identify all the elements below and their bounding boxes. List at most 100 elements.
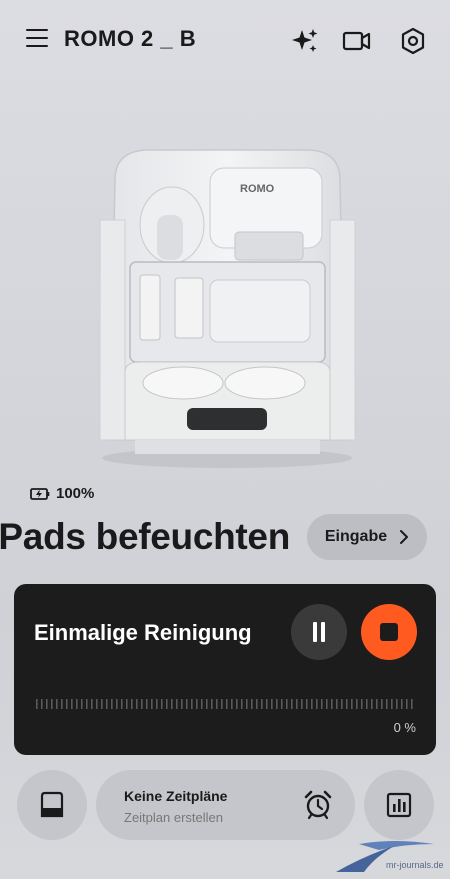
stop-button[interactable]	[361, 604, 417, 660]
pause-icon	[313, 622, 317, 642]
progress-tick	[46, 699, 48, 709]
video-icon[interactable]	[342, 26, 372, 56]
input-button-label: Eingabe	[324, 528, 388, 545]
progress-tick	[221, 699, 223, 709]
alarm-clock-icon	[304, 790, 332, 820]
progress-tick	[411, 699, 413, 709]
progress-tick	[71, 699, 73, 709]
progress-tick	[401, 699, 403, 709]
progress-tick	[181, 699, 183, 709]
progress-tick	[111, 699, 113, 709]
statistics-button[interactable]	[364, 770, 434, 840]
progress-tick	[91, 699, 93, 709]
progress-tick	[251, 699, 253, 709]
progress-tick	[166, 699, 168, 709]
progress-tick	[106, 699, 108, 709]
progress-tick	[131, 699, 133, 709]
progress-tick	[61, 699, 63, 709]
progress-tick	[196, 699, 198, 709]
progress-tick	[156, 699, 158, 709]
cleaning-title: Einmalige Reinigung	[34, 620, 252, 645]
progress-tick	[246, 699, 248, 709]
progress-tick	[161, 699, 163, 709]
progress-tick	[66, 699, 68, 709]
progress-tick	[286, 699, 288, 709]
progress-tick	[216, 699, 218, 709]
progress-tick	[116, 699, 118, 709]
input-button[interactable]: Eingabe	[307, 514, 427, 560]
sparkle-icon[interactable]	[290, 26, 320, 56]
top-bar: ROMO 2 _ B	[0, 0, 450, 80]
progress-tick	[371, 699, 373, 709]
schedule-button[interactable]: Keine Zeitpläne Zeitplan erstellen	[96, 770, 355, 840]
progress-tick	[386, 699, 388, 709]
progress-tick	[176, 699, 178, 709]
progress-tick	[361, 699, 363, 709]
progress-tick	[51, 699, 53, 709]
progress-tick	[376, 699, 378, 709]
progress-tick	[356, 699, 358, 709]
cleaning-card: Einmalige Reinigung 0 %	[14, 584, 436, 755]
progress-tick	[391, 699, 393, 709]
progress-tick	[406, 699, 408, 709]
progress-tick	[41, 699, 43, 709]
progress-tick	[141, 699, 143, 709]
battery-percentage: 100%	[56, 485, 95, 502]
settings-icon[interactable]	[398, 26, 428, 56]
progress-tick	[291, 699, 293, 709]
progress-tick	[171, 699, 173, 709]
progress-tick	[381, 699, 383, 709]
progress-tick	[96, 699, 98, 709]
status-text: Pads befeuchten	[0, 516, 290, 557]
progress-tick	[271, 699, 273, 709]
progress-tick	[136, 699, 138, 709]
progress-track	[36, 699, 413, 709]
progress-tick	[211, 699, 213, 709]
status-text-container: Pads befeuchten	[0, 512, 300, 572]
robot-logo: ROMO	[240, 183, 275, 195]
battery-status: 100%	[30, 485, 94, 502]
progress-tick	[301, 699, 303, 709]
progress-tick	[81, 699, 83, 709]
chevron-right-icon	[400, 530, 409, 544]
bar-chart-icon	[386, 792, 412, 818]
stop-icon	[380, 623, 398, 641]
progress-tick	[276, 699, 278, 709]
progress-tick	[226, 699, 228, 709]
menu-icon[interactable]	[26, 29, 48, 49]
progress-tick	[311, 699, 313, 709]
progress-tick	[296, 699, 298, 709]
progress-tick	[56, 699, 58, 709]
progress-tick	[366, 699, 368, 709]
progress-tick	[281, 699, 283, 709]
progress-tick	[121, 699, 123, 709]
progress-tick	[186, 699, 188, 709]
robot-station-image: ROMO	[99, 149, 356, 468]
progress-tick	[236, 699, 238, 709]
progress-tick	[231, 699, 233, 709]
progress-tick	[206, 699, 208, 709]
progress-tick	[201, 699, 203, 709]
dock-button[interactable]	[17, 770, 87, 840]
progress-tick	[86, 699, 88, 709]
progress-tick	[351, 699, 353, 709]
progress-tick	[146, 699, 148, 709]
progress-tick	[191, 699, 193, 709]
progress-tick	[346, 699, 348, 709]
progress-tick	[261, 699, 263, 709]
schedule-title: Keine Zeitpläne	[124, 788, 228, 804]
progress-tick	[306, 699, 308, 709]
progress-tick	[341, 699, 343, 709]
progress-tick	[396, 699, 398, 709]
svg-text:mr-journals.de: mr-journals.de	[386, 860, 444, 870]
progress-percentage: 0 %	[393, 720, 416, 735]
watermark-logo: mr-journals.de	[336, 841, 444, 872]
pause-button[interactable]	[291, 604, 347, 660]
device-title: ROMO 2 _ B	[64, 26, 197, 51]
progress-tick	[241, 699, 243, 709]
progress-tick	[151, 699, 153, 709]
progress-tick	[256, 699, 258, 709]
progress-tick	[126, 699, 128, 709]
battery-icon	[30, 487, 50, 500]
progress-tick	[321, 699, 323, 709]
